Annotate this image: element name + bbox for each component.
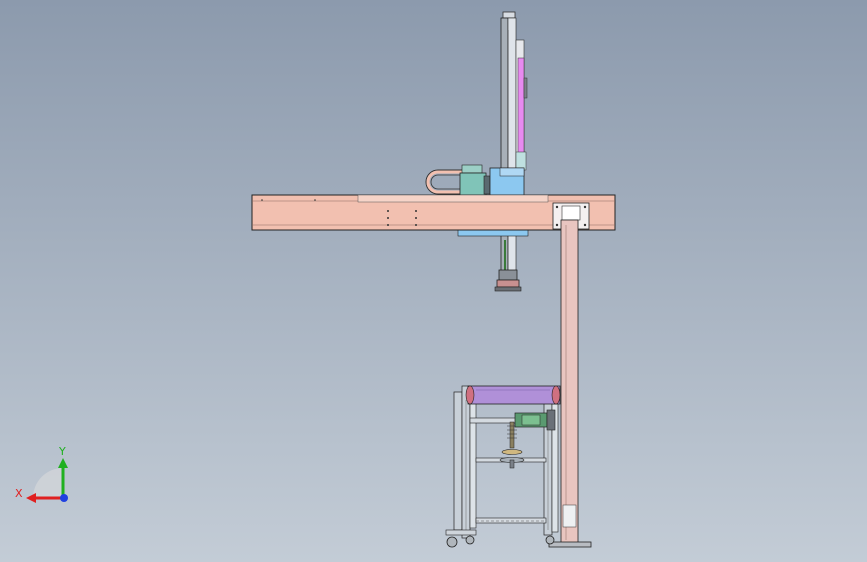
x-axis-motor[interactable] bbox=[459, 164, 491, 196]
y-axis-label: Y bbox=[58, 445, 66, 458]
feeder-frame[interactable] bbox=[445, 385, 561, 548]
gantry-robot-model[interactable]: Y X bbox=[0, 0, 867, 562]
x-axis-label: X bbox=[15, 487, 23, 500]
cad-viewport[interactable]: Y X bbox=[0, 0, 867, 562]
orientation-triad[interactable]: Y X bbox=[15, 445, 68, 503]
vertical-arm[interactable] bbox=[494, 11, 528, 292]
